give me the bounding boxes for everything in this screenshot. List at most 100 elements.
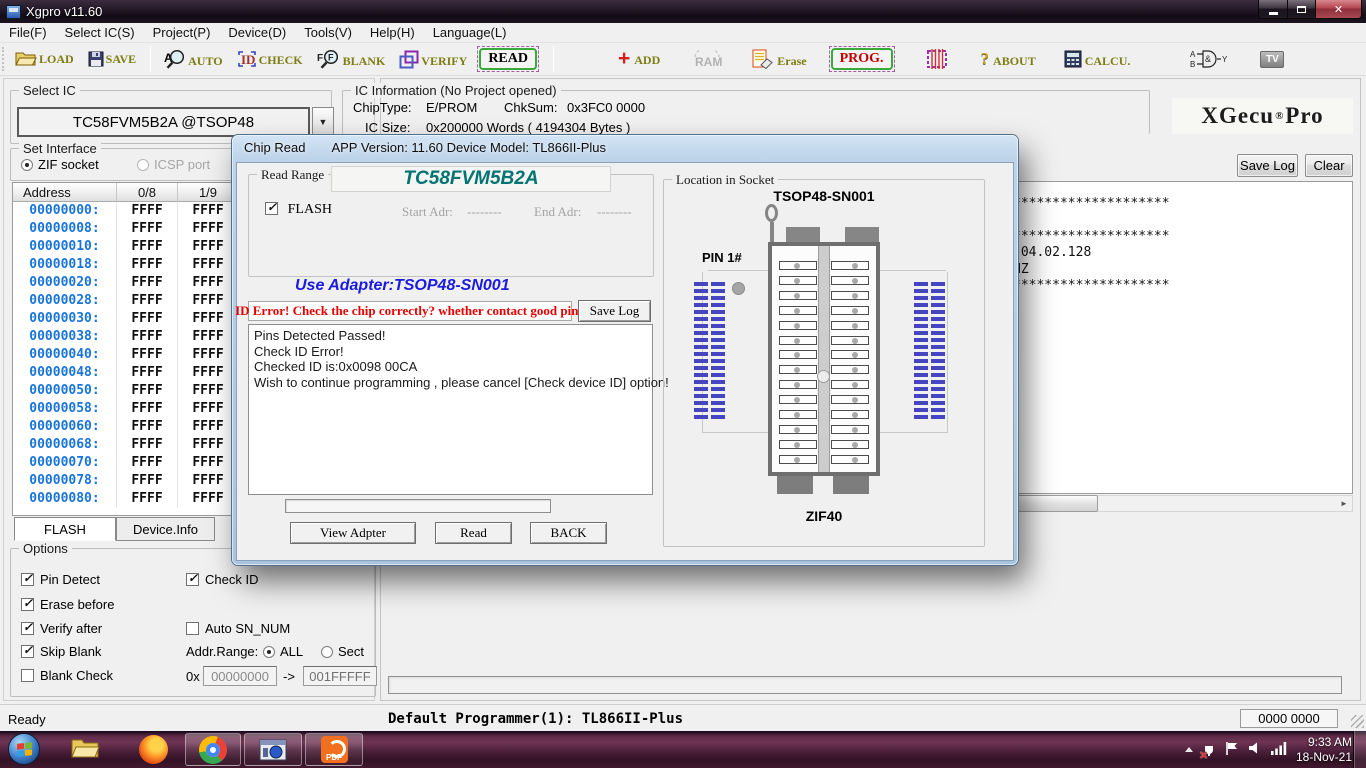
power-status-icon[interactable]: ✕ (1202, 741, 1216, 759)
addr-range-sect-radio[interactable]: Sect (321, 644, 364, 659)
taskbar-xgpro-button[interactable] (244, 733, 302, 766)
tv-button[interactable]: TV (1256, 49, 1288, 70)
menu-item[interactable]: Tools(V) (295, 23, 361, 42)
minimize-button[interactable] (1258, 0, 1288, 19)
menu-item[interactable]: File(F) (0, 23, 56, 42)
read-button-dialog[interactable]: Read (435, 522, 512, 544)
pin-detect-checkbox[interactable]: Pin Detect (21, 572, 100, 587)
main-save-log-button[interactable]: Save Log (1237, 154, 1298, 177)
xgpro-app-icon (259, 737, 287, 763)
address-cell: 00000010: (13, 238, 117, 256)
auto-button[interactable]: A AUTO (159, 47, 226, 71)
taskbar-foxit-button[interactable]: PDF (305, 733, 363, 766)
menu-item[interactable]: Language(L) (424, 23, 516, 42)
taskbar-chrome-button[interactable] (185, 733, 241, 766)
taskbar-clock[interactable]: 9:33 AM 18-Nov-21 (1296, 735, 1352, 765)
menu-item[interactable]: Project(P) (144, 23, 220, 42)
tray-caret-icon[interactable] (1185, 747, 1193, 752)
ic-combo-dropdown[interactable]: ▼ (312, 107, 334, 137)
socket-slot-row (772, 440, 876, 449)
close-button[interactable]: ✕ (1316, 0, 1362, 19)
add-button[interactable]: + ADD (614, 48, 664, 70)
speaker-icon (1248, 741, 1262, 755)
socket-slot-row (772, 276, 876, 285)
foxit-pdf-icon: PDF (321, 736, 348, 763)
address-cell: 00000030: (13, 310, 117, 328)
range-to-input[interactable]: 001FFFFF (303, 666, 377, 686)
prog-button[interactable]: PROG. (829, 46, 895, 72)
taskbar-explorer-button[interactable] (70, 735, 100, 764)
calculator-button[interactable]: CALCU. (1060, 48, 1135, 71)
pin1-label: PIN 1# (702, 250, 742, 265)
blank-check-button[interactable]: FF BLANK (313, 47, 390, 71)
menu-item[interactable]: Select IC(S) (56, 23, 144, 42)
read-button[interactable]: READ (477, 46, 539, 72)
address-cell: 00000050: (13, 382, 117, 400)
erase-button[interactable]: Erase (748, 47, 810, 71)
checkbox-icon (186, 573, 199, 586)
chksum-value: 0x3FC0 0000 (567, 100, 645, 115)
taskbar-firefox-button[interactable] (139, 735, 168, 764)
flash-checkbox[interactable]: FLASH (265, 201, 332, 218)
socket-slot (779, 336, 817, 345)
value-cell: FFFF (117, 292, 178, 310)
blank-check-checkbox[interactable]: Blank Check (21, 668, 113, 683)
check-id-button[interactable]: ID CHECK (233, 48, 307, 70)
dialog-log-area: Pins Detected Passed! Check ID Error! Ch… (248, 324, 653, 495)
view-adapter-button[interactable]: View Adpter (290, 522, 416, 544)
arrow-right-icon: ► (1340, 499, 1348, 508)
scroll-right-arrow[interactable]: ► (1336, 496, 1352, 511)
ram-button[interactable]: RAM (686, 48, 728, 71)
firefox-icon (139, 735, 168, 764)
value-cell: FFFF (117, 310, 178, 328)
ic-size-value: 0x200000 Words ( 4194304 Bytes ) (426, 120, 630, 135)
socket-slot (831, 365, 869, 374)
address-cell: 00000038: (13, 328, 117, 346)
logic-test-button[interactable]: AB&Y (1186, 47, 1232, 71)
check-id-checkbox[interactable]: Check ID (186, 572, 258, 587)
status-programmer: Default Programmer(1): TL866II-Plus (388, 711, 683, 727)
resize-grip[interactable] (1351, 715, 1364, 728)
about-button[interactable]: ? ABOUT (977, 47, 1040, 71)
dialog-save-log-button[interactable]: Save Log (578, 300, 651, 322)
calculator-icon (1064, 50, 1083, 69)
menu-item[interactable]: Device(D) (219, 23, 295, 42)
erase-before-checkbox[interactable]: Erase before (21, 597, 114, 612)
value-cell: FFFF (117, 256, 178, 274)
chip-test-button[interactable] (919, 45, 955, 73)
network-icon[interactable] (1271, 742, 1287, 758)
volume-icon[interactable] (1248, 741, 1262, 758)
socket-slot (831, 261, 869, 270)
maximize-button[interactable] (1288, 0, 1316, 19)
tab-device-info[interactable]: Device.Info (116, 517, 215, 541)
start-button[interactable] (8, 733, 40, 765)
back-button[interactable]: BACK (530, 522, 607, 544)
maximize-icon (1297, 6, 1306, 13)
address-cell: 00000008: (13, 220, 117, 238)
radio-icon (321, 646, 333, 658)
addr-range-all-radio[interactable]: ALL (263, 644, 303, 659)
zif-socket-radio[interactable]: ZIF socket (21, 157, 99, 172)
load-button[interactable]: LOAD (11, 49, 78, 69)
verify-button[interactable]: VERIFY (395, 48, 471, 71)
socket-slot (779, 455, 817, 464)
adapter-pins-right (931, 282, 945, 419)
tab-flash[interactable]: FLASH (14, 517, 116, 541)
socket-slot (831, 321, 869, 330)
save-button[interactable]: SAVE (84, 49, 140, 69)
range-from-input[interactable]: 00000000 (203, 666, 277, 686)
skip-blank-checkbox[interactable]: Skip Blank (21, 644, 101, 659)
action-center-flag-icon[interactable] (1225, 741, 1239, 759)
toolbar: LOAD SAVE A AUTO ID CHECK FF BLANK VERIF… (0, 43, 1366, 76)
socket-slot-row (772, 306, 876, 315)
close-icon: ✕ (1334, 3, 1343, 16)
verify-after-checkbox[interactable]: Verify after (21, 621, 102, 636)
socket-foot (833, 476, 869, 494)
ic-size-label: IC Size: (365, 120, 411, 135)
main-clear-button[interactable]: Clear (1305, 154, 1353, 177)
menu-item[interactable]: Help(H) (361, 23, 424, 42)
value-cell: FFFF (178, 418, 239, 436)
ic-combo[interactable]: TC58FVM5B2A @TSOP48 (17, 107, 310, 137)
auto-sn-checkbox[interactable]: Auto SN_NUM (186, 621, 290, 636)
show-desktop-button[interactable] (1353, 731, 1366, 768)
